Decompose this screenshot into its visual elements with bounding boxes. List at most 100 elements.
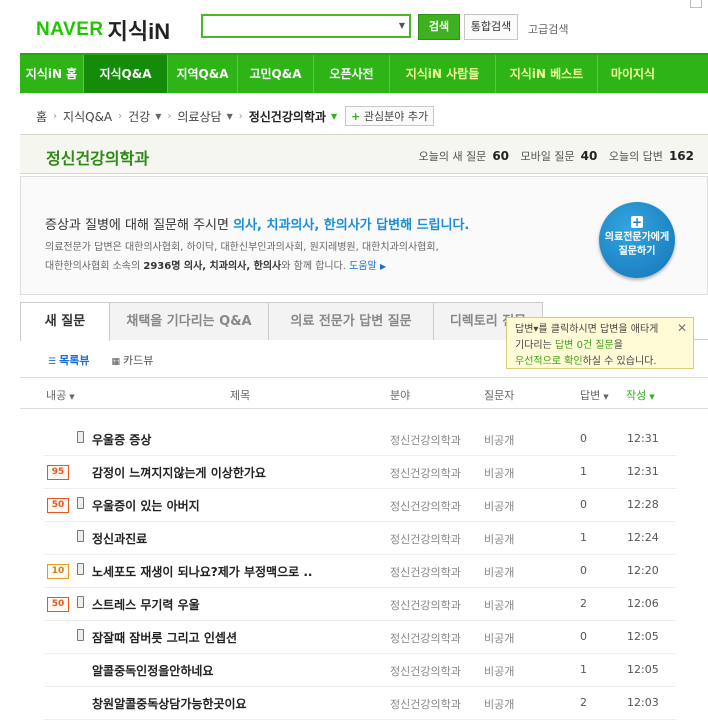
table-header: 내공 ▼ 제목 분야 질문자 답변 ▼ 작성 ▼	[20, 377, 708, 409]
question-title-link[interactable]: 우울증이 있는 아버지	[92, 497, 200, 514]
main-nav: 지식iN 홈 지식Q&A 지역Q&A 고민Q&A 오픈사전 지식iN 사람들 지…	[20, 53, 708, 93]
breadcrumb-current[interactable]: 정신건강의학과	[249, 108, 326, 125]
tab-awaiting-selection[interactable]: 채택을 기다리는 Q&A	[109, 302, 269, 340]
breadcrumb-health[interactable]: 건강	[128, 108, 150, 125]
answer-sort-tooltip: ✕ 답변▾를 클릭하시면 답변을 애타게 기다리는 답변 0건 질문을 우선적으…	[506, 317, 694, 369]
category-title-bar: 정신건강의학과 오늘의 새 질문 60 모바일 질문 40 오늘의 답변 162	[20, 134, 708, 174]
mobile-icon	[77, 497, 84, 509]
stat-mobile-value: 40	[580, 149, 598, 163]
table-row[interactable]: 정신과진료 정신건강의학과 비공개 1 12:24	[44, 521, 676, 555]
close-icon[interactable]: ✕	[677, 320, 687, 336]
question-category[interactable]: 정신건강의학과	[390, 564, 461, 580]
table-row[interactable]: 잠잘때 잠버릇 그리고 인셉션 정신건강의학과 비공개 0 12:05	[44, 620, 676, 654]
nav-tab-my[interactable]: 마이지식	[598, 55, 668, 93]
mobile-icon	[77, 431, 84, 443]
question-asker: 비공개	[484, 599, 515, 612]
table-row[interactable]: 창원알콜중독상담가능한곳이요 정신건강의학과 비공개 2 12:03	[44, 686, 676, 720]
tooltip-line3-text: 하실 수 있습니다.	[582, 356, 657, 367]
search-input[interactable]: ▼	[201, 14, 411, 38]
breadcrumb-medical[interactable]: 의료상담	[177, 108, 221, 125]
add-interest-button[interactable]: + 관심분야 추가	[345, 106, 435, 126]
question-asker: 비공개	[484, 500, 515, 513]
question-title-link[interactable]: 정신과진료	[92, 530, 147, 547]
chevron-right-icon: ›	[53, 110, 58, 122]
nav-tab-people[interactable]: 지식iN 사람들	[390, 55, 496, 93]
mobile-icon	[77, 530, 84, 542]
chevron-down-icon[interactable]: ▼	[155, 112, 161, 121]
chevron-down-icon[interactable]: ▼	[227, 112, 233, 121]
search-button[interactable]: 검색	[418, 14, 460, 40]
question-title-link[interactable]: 스트레스 무기력 우울	[92, 596, 200, 613]
nav-tab-best[interactable]: 지식iN 베스트	[496, 55, 598, 93]
nav-tab-worry-qna[interactable]: 고민Q&A	[238, 55, 314, 93]
nav-tab-open-dict[interactable]: 오픈사전	[314, 55, 390, 93]
question-title-link[interactable]: 잠잘때 잠버릇 그리고 인셉션	[92, 629, 237, 646]
stat-new-value: 60	[492, 149, 510, 163]
question-category[interactable]: 정신건강의학과	[390, 498, 461, 514]
card-view-button[interactable]: ▦ 카드뷰	[111, 352, 153, 368]
question-title-link[interactable]: 알콜중독인정을안하네요	[92, 662, 213, 679]
list-icon: ☰	[48, 357, 57, 367]
created-time: 12:31	[627, 432, 659, 445]
sort-by-answers[interactable]: 답변 ▼	[580, 387, 609, 403]
chevron-down-icon: ▼	[603, 393, 609, 401]
table-row[interactable]: 50 스트레스 무기력 우울 정신건강의학과 비공개 2 12:06	[44, 587, 676, 621]
promo-description-1: 의료전문가 답변은 대한의사협회, 하이닥, 대한신부인과의사회, 원지레병원,…	[45, 242, 439, 253]
bet-badge: 95	[47, 465, 69, 480]
table-row[interactable]: 95 감정이 느껴지지않는게 이상한가요 정신건강의학과 비공개 1 12:31	[44, 455, 676, 489]
nav-tab-qna[interactable]: 지식Q&A	[84, 55, 168, 93]
ask-expert-button[interactable]: + 의료전문가에게 질문하기	[599, 202, 675, 278]
nav-tab-home[interactable]: 지식iN 홈	[20, 55, 84, 93]
question-category[interactable]: 정신건강의학과	[390, 597, 461, 613]
logo-naver-text: NAVER	[36, 19, 104, 40]
unified-search-button[interactable]: 통합검색	[464, 14, 518, 40]
list-view-button[interactable]: ☰ 목록뷰	[48, 352, 89, 368]
breadcrumb-home[interactable]: 홈	[36, 108, 47, 125]
answer-count: 2	[580, 696, 587, 709]
page-title: 정신건강의학과	[46, 149, 150, 168]
mobile-icon	[77, 563, 84, 575]
chevron-down-icon[interactable]: ▼	[399, 21, 405, 30]
stats-summary: 오늘의 새 질문 60 모바일 질문 40 오늘의 답변 162	[419, 148, 702, 164]
created-time: 12:06	[627, 597, 659, 610]
question-title-link[interactable]: 창원알콜중독상담가능한곳이요	[92, 695, 247, 712]
created-time: 12:03	[627, 696, 659, 709]
chevron-down-icon[interactable]: ▼	[331, 112, 337, 121]
created-time: 12:20	[627, 564, 659, 577]
question-title-link[interactable]: 노세포도 재생이 되나요?제가 부정맥으로 ..	[92, 563, 312, 580]
tab-expert-answers[interactable]: 의료 전문가 답변 질문	[268, 302, 434, 340]
promo-desc-post: 와 함께 합니다.	[281, 261, 350, 272]
question-category[interactable]: 정신건강의학과	[390, 432, 461, 448]
created-time: 12:05	[627, 630, 659, 643]
tooltip-line2-post: 을	[613, 340, 623, 351]
stat-answers-value: 162	[668, 149, 694, 163]
table-row[interactable]: 10 노세포도 재생이 되나요?제가 부정맥으로 .. 정신건강의학과 비공개 0 12:…	[44, 554, 676, 588]
answer-count: 0	[580, 564, 587, 577]
answer-count: 0	[580, 498, 587, 511]
table-row[interactable]: 50 우울증이 있는 아버지 정신건강의학과 비공개 0 12:28	[44, 488, 676, 522]
nav-tab-local-qna[interactable]: 지역Q&A	[168, 55, 238, 93]
tab-new-questions[interactable]: 새 질문	[20, 302, 110, 341]
caret-right-icon: ▶	[379, 262, 387, 271]
advanced-search-link[interactable]: 고급검색	[528, 21, 568, 37]
help-link[interactable]: 도움말 ▶	[349, 261, 386, 272]
breadcrumb-qna[interactable]: 지식Q&A	[63, 108, 112, 125]
sort-by-created[interactable]: 작성 ▼	[626, 387, 655, 403]
question-category[interactable]: 정신건강의학과	[390, 696, 461, 712]
question-category[interactable]: 정신건강의학과	[390, 630, 461, 646]
question-title-link[interactable]: 감정이 느껴지지않는게 이상한가요	[92, 464, 266, 481]
mobile-icon	[77, 629, 84, 641]
promo-desc-text: 대한한의사협회 소속의	[45, 261, 144, 272]
question-category[interactable]: 정신건강의학과	[390, 663, 461, 679]
question-category[interactable]: 정신건강의학과	[390, 465, 461, 481]
question-category[interactable]: 정신건강의학과	[390, 531, 461, 547]
created-time: 12:05	[627, 663, 659, 676]
sort-by-bet[interactable]: 내공 ▼	[46, 387, 75, 403]
table-row[interactable]: 우울증 증상 정신건강의학과 비공개 0 12:31	[44, 422, 676, 456]
naver-jisikin-logo[interactable]: NAVER 지식iN	[36, 14, 170, 46]
chevron-down-icon: ▼	[69, 393, 75, 401]
bet-badge: 10	[47, 564, 69, 579]
table-row[interactable]: 알콜중독인정을안하네요 정신건강의학과 비공개 1 12:05	[44, 653, 676, 687]
question-title-link[interactable]: 우울증 증상	[92, 431, 151, 448]
chevron-down-icon: ▼	[649, 393, 655, 401]
